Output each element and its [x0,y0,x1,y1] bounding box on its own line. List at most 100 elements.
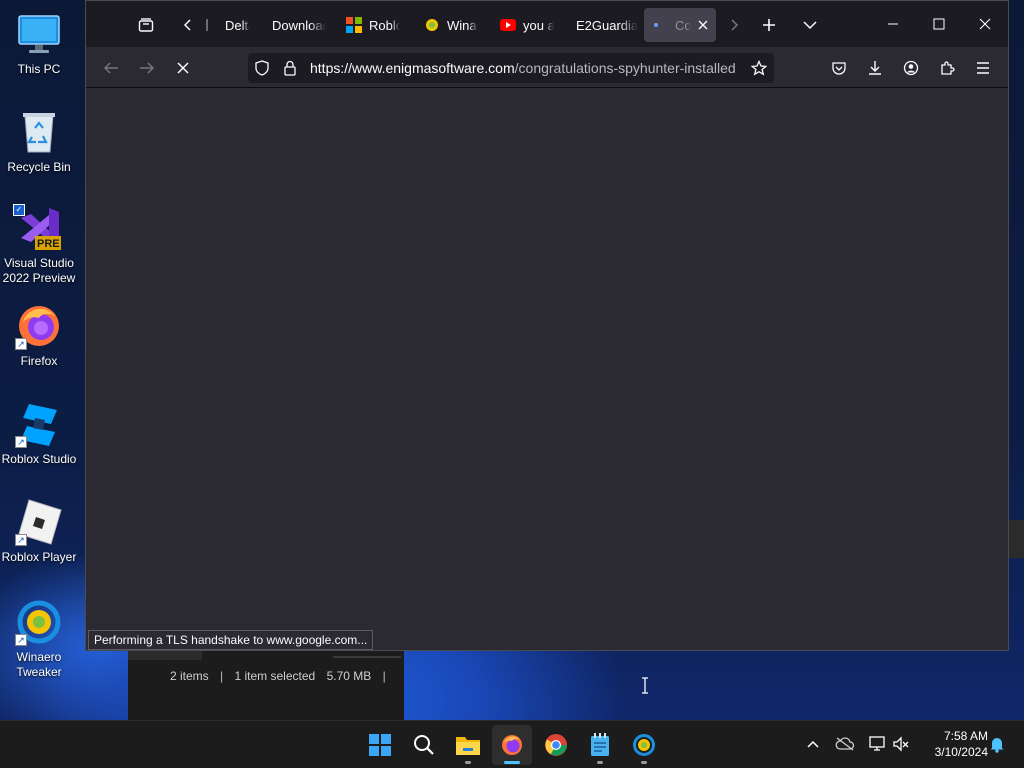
desktop-icon-label: Firefox [20,354,58,368]
tracking-protection-shield-icon[interactable] [248,53,276,83]
lock-icon[interactable] [276,53,304,83]
new-tab-button[interactable] [755,11,783,39]
firefox-view-icon [138,18,154,32]
puzzle-piece-icon [941,61,955,75]
chrome-taskbar-button[interactable] [536,725,576,765]
app-menu-button[interactable] [968,53,998,83]
desktop-icon-label: Recycle Bin [7,160,71,174]
url-domain: https://www.enigmasoftware.com [310,60,515,76]
url-bar[interactable]: https://www.enigmasoftware.com/congratul… [248,53,774,83]
chevron-up-icon [807,740,819,748]
chevron-left-icon [183,19,191,31]
winaero-icon [424,17,440,33]
firefox-view-button[interactable] [132,11,160,39]
download-icon [869,61,881,75]
winaero-taskbar-button[interactable] [624,725,664,765]
desktop-icon-recycle-bin[interactable]: Recycle Bin [0,108,78,175]
items-count: 2 items [170,669,209,683]
tab-delta[interactable]: Delta [194,8,258,42]
tab-youtube[interactable]: you a [492,8,562,42]
list-all-tabs-button[interactable] [796,11,824,39]
tab-roblox[interactable]: Roblo [338,8,408,42]
notepad-icon [591,733,609,756]
chevron-down-icon [803,21,817,30]
start-button[interactable] [360,725,400,765]
navigation-toolbar: https://www.enigmasoftware.com/congratul… [86,47,1008,88]
tab-e2guardian[interactable]: E2Guardia [568,8,648,42]
winaero-icon: ↗ [15,598,63,646]
desktop-icon-firefox[interactable]: ↗ Firefox [0,302,78,369]
running-indicator [465,761,471,764]
visual-studio-icon: PRE ✓ [13,204,63,252]
hamburger-menu-icon [977,62,989,74]
maximize-button[interactable] [916,1,962,47]
start-icon [369,734,391,756]
youtube-icon [500,17,516,33]
recycle-bin-icon [15,108,63,156]
running-indicator [641,761,647,764]
desktop-icon-roblox-player[interactable]: ↗ Roblox Player [0,498,78,565]
tab-active-congratulations[interactable]: Co [644,8,716,42]
plus-icon [763,19,775,31]
preview-badge: PRE [37,238,60,250]
roblox-player-icon: ↗ [15,498,63,546]
clock-date: 3/10/2024 [934,745,988,759]
extensions-button[interactable] [932,53,962,83]
explorer-scrollbar[interactable] [333,656,401,658]
status-separator: | [220,669,224,683]
tab-title: Delta [225,17,250,33]
arrow-left-icon [104,62,118,74]
desktop-icon-visual-studio[interactable]: PRE ✓ Visual Studio 2022 Preview [0,204,78,286]
taskbar-clock[interactable]: 7:58 AM 3/10/2024 [918,728,988,760]
desktop-icon-roblox-studio[interactable]: ↗ Roblox Studio [0,400,78,467]
page-content-area[interactable]: Performing a TLS handshake to www.google… [86,89,1008,650]
forward-button[interactable] [132,53,162,83]
active-indicator [504,761,520,764]
network-icon [869,736,885,751]
onedrive-tray-button[interactable] [834,733,856,755]
notepad-taskbar-button[interactable] [580,725,620,765]
close-window-button[interactable] [962,1,1008,47]
close-tab-icon[interactable] [698,18,708,33]
stop-loading-button[interactable] [168,53,198,83]
tab-title: Download [272,17,326,33]
desktop-icon-label: Roblox Studio [1,452,77,466]
desktop-icon-this-pc[interactable]: This PC [0,10,78,77]
scroll-tabs-right-button[interactable] [720,11,748,39]
tab-title: E2Guardia [576,17,639,33]
tab-title: you a [523,17,554,33]
selection-count: 1 item selected [234,669,316,683]
file-explorer-taskbar-button[interactable] [448,725,488,765]
cloud-offline-icon [835,737,855,751]
search-button[interactable] [404,725,444,765]
pocket-icon [832,62,846,75]
firefox-window: Delta Download Roblo Winae you a E2Guard… [85,0,1009,651]
winaero-icon [633,734,655,756]
desktop-icon-winaero-tweaker[interactable]: ↗ Winaero Tweaker [0,598,78,680]
loading-dots-icon [652,17,668,33]
text-cursor-icon [641,677,649,694]
network-tray-button[interactable] [866,733,888,755]
firefox-taskbar-button[interactable] [492,725,532,765]
stop-icon [177,62,189,74]
firefox-icon [502,735,522,755]
monitor-icon [15,10,63,58]
file-explorer-window: 2 items | 1 item selected 5.70 MB | [128,648,404,720]
back-button[interactable] [96,53,126,83]
arrow-right-icon [140,62,154,74]
tab-download[interactable]: Download [264,8,334,42]
bookmark-star-icon[interactable] [744,53,774,83]
tab-winaero[interactable]: Winae [416,8,486,42]
roblox-studio-icon: ↗ [15,400,63,448]
chrome-icon [545,734,567,756]
pocket-button[interactable] [824,53,854,83]
show-hidden-icons-button[interactable] [802,733,824,755]
minimize-icon [888,23,898,25]
minimize-button[interactable] [870,1,916,47]
volume-tray-button[interactable] [890,733,912,755]
notifications-button[interactable] [986,733,1008,755]
url-text[interactable]: https://www.enigmasoftware.com/congratul… [304,60,744,76]
downloads-button[interactable] [860,53,890,83]
desktop-icon-label: Visual Studio 2022 Preview [2,256,76,285]
account-button[interactable] [896,53,926,83]
